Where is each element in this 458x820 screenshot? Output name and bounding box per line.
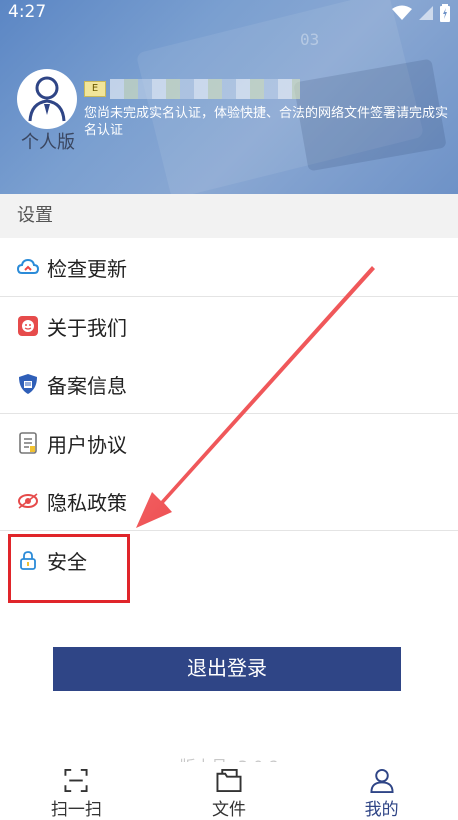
document-icon <box>17 432 39 454</box>
battery-icon <box>440 4 450 22</box>
scan-icon <box>64 768 88 793</box>
account-type-label: 个人版 <box>21 132 75 153</box>
menu-label: 隐私政策 <box>47 490 127 515</box>
status-time: 4:27 <box>8 2 47 22</box>
avatar[interactable] <box>17 69 77 129</box>
nav-label: 我的 <box>364 800 399 820</box>
shield-record-icon <box>17 373 39 395</box>
header-decoration-text: 03 <box>300 30 320 49</box>
cloud-refresh-icon <box>17 256 39 278</box>
menu-label: 关于我们 <box>47 315 127 340</box>
section-title: 设置 <box>0 194 458 238</box>
smiley-face-icon <box>17 315 39 337</box>
folder-icon <box>216 768 242 793</box>
profile-header: 03 4:27 个人版 E 您尚未完成实名认证，体验快捷、合法的网络文件签署请完… <box>0 0 458 194</box>
verification-notice[interactable]: 您尚未完成实名认证，体验快捷、合法的网络文件签署请完成实名认证 <box>84 105 454 139</box>
menu-privacy-policy[interactable]: 隐私政策 <box>0 472 458 530</box>
menu-label: 检查更新 <box>47 256 127 281</box>
wifi-icon <box>392 5 412 20</box>
nav-mine[interactable]: 我的 <box>305 762 458 820</box>
nav-files[interactable]: 文件 <box>153 762 306 820</box>
bottom-nav: 扫一扫 文件 我的 <box>0 762 458 820</box>
user-avatar-icon <box>28 76 66 122</box>
user-name: E <box>84 77 304 101</box>
annotation-highlight-box <box>8 534 130 603</box>
menu-label: 备案信息 <box>47 373 127 398</box>
name-tag: E <box>84 81 106 97</box>
menu-user-agreement[interactable]: 用户协议 <box>0 414 458 472</box>
status-icons <box>392 4 450 22</box>
menu-about-us[interactable]: 关于我们 <box>0 297 458 355</box>
status-bar: 4:27 <box>0 0 458 26</box>
menu-check-update[interactable]: 检查更新 <box>0 238 458 296</box>
logout-button[interactable]: 退出登录 <box>53 647 401 691</box>
privacy-eye-icon <box>17 490 39 512</box>
nav-scan[interactable]: 扫一扫 <box>0 762 153 820</box>
menu-label: 用户协议 <box>47 432 127 457</box>
redacted-name <box>110 79 300 99</box>
nav-label: 文件 <box>212 800 246 820</box>
nav-label: 扫一扫 <box>50 800 102 820</box>
user-icon <box>370 768 394 793</box>
cellular-signal-icon <box>419 6 433 20</box>
menu-record-info[interactable]: 备案信息 <box>0 355 458 413</box>
